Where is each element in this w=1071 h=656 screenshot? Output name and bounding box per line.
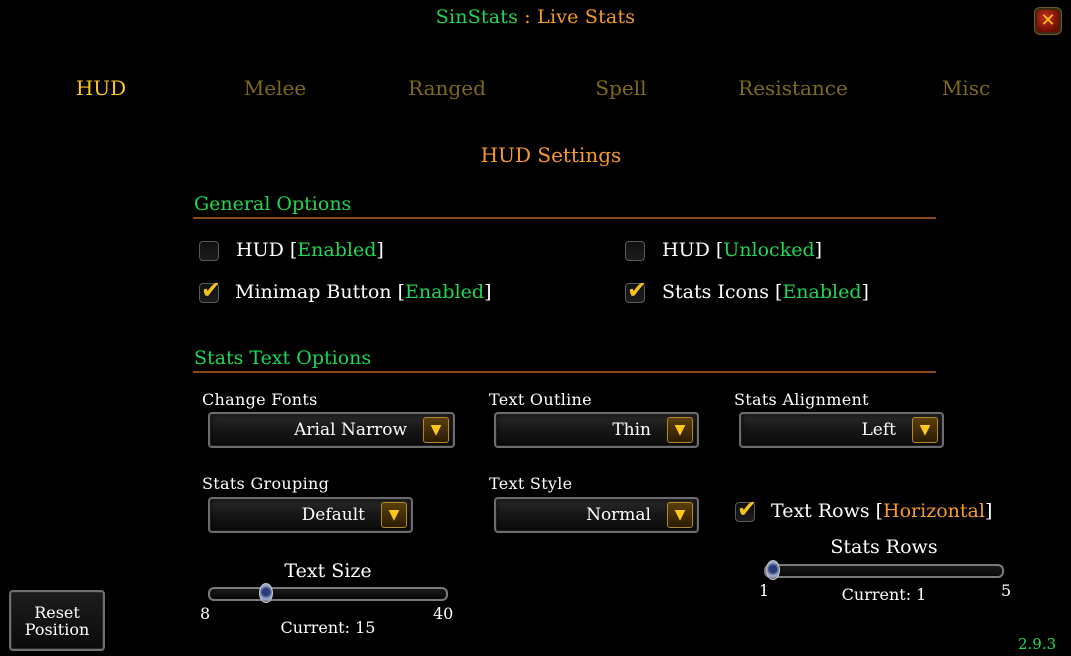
stats-alignment-label: Stats Alignment [734, 390, 869, 409]
stats-grouping-dropdown[interactable]: Default ▼ [208, 497, 413, 533]
section-divider [193, 217, 936, 219]
reset-position-button[interactable]: Reset Position [9, 590, 105, 651]
stats-icons-label: Stats Icons [Enabled] [662, 281, 869, 303]
text-style-label: Text Style [489, 474, 573, 493]
hud-enabled-label: HUD [Enabled] [236, 239, 384, 261]
dropdown-value: Left [861, 420, 896, 440]
version-label: 2.9.3 [1018, 635, 1057, 653]
general-options-heading: General Options [194, 193, 352, 215]
option-state: Horizontal [883, 500, 985, 522]
option-state: Enabled [297, 239, 377, 261]
chevron-down-icon[interactable]: ▼ [667, 502, 693, 528]
tab-misc[interactable]: Misc [896, 76, 1036, 100]
tab-spell[interactable]: Spell [551, 76, 691, 100]
minimap-button-label: Minimap Button [Enabled] [235, 281, 492, 303]
tab-hud[interactable]: HUD [31, 76, 171, 100]
section-divider [193, 371, 936, 373]
tab-melee[interactable]: Melee [205, 76, 345, 100]
chevron-down-icon[interactable]: ▼ [381, 502, 407, 528]
dropdown-value: Arial Narrow [294, 420, 407, 440]
addon-name: SinStats [435, 6, 519, 28]
reset-button-line2: Position [24, 619, 90, 639]
stats-text-options-heading: Stats Text Options [194, 347, 372, 369]
stats-rows-label: Stats Rows [830, 536, 938, 558]
checkmark-icon: ✔ [627, 276, 648, 304]
slider-current: Current: 15 [280, 618, 376, 637]
dropdown-value: Normal [586, 505, 651, 525]
stats-icons-checkbox[interactable]: ✔ [625, 276, 648, 304]
option-label: Minimap Button [235, 281, 392, 303]
option-state: Enabled [405, 281, 485, 303]
title-subtitle: Live Stats [537, 6, 636, 28]
page-title: HUD Settings [480, 143, 622, 167]
minimap-button-checkbox[interactable]: ✔ [199, 276, 222, 304]
tab-ranged[interactable]: Ranged [377, 76, 517, 100]
slider-thumb[interactable] [766, 560, 780, 580]
option-state: Enabled [782, 281, 862, 303]
text-size-slider[interactable] [208, 583, 448, 603]
close-button[interactable]: ✕ [1037, 10, 1059, 32]
option-state: Unlocked [723, 239, 815, 261]
checkmark-icon: ✔ [737, 495, 758, 523]
option-label: HUD [236, 239, 284, 261]
text-rows-label: Text Rows [Horizontal] [771, 500, 993, 522]
text-outline-dropdown[interactable]: Thin ▼ [494, 412, 699, 448]
hud-enabled-checkbox[interactable] [199, 241, 219, 261]
change-fonts-label: Change Fonts [202, 390, 318, 409]
text-size-label: Text Size [284, 560, 372, 582]
slider-thumb[interactable] [258, 583, 273, 603]
option-label: Text Rows [771, 500, 870, 522]
hud-unlocked-checkbox[interactable] [625, 241, 645, 261]
window-title: SinStats : Live Stats [0, 6, 1071, 28]
option-label: HUD [662, 239, 710, 261]
slider-current: Current: 1 [841, 585, 927, 604]
chevron-down-icon[interactable]: ▼ [667, 417, 693, 443]
text-outline-label: Text Outline [489, 390, 592, 409]
stats-grouping-label: Stats Grouping [202, 474, 330, 493]
text-rows-checkbox[interactable]: ✔ [735, 495, 758, 523]
close-icon: ✕ [1040, 10, 1056, 31]
stats-alignment-dropdown[interactable]: Left ▼ [739, 412, 944, 448]
dropdown-value: Default [301, 505, 365, 525]
option-label: Stats Icons [662, 281, 769, 303]
checkmark-icon: ✔ [201, 276, 222, 304]
change-fonts-dropdown[interactable]: Arial Narrow ▼ [208, 412, 455, 448]
chevron-down-icon[interactable]: ▼ [912, 417, 938, 443]
stats-rows-slider[interactable] [764, 560, 1004, 580]
dropdown-value: Thin [612, 420, 651, 440]
text-style-dropdown[interactable]: Normal ▼ [494, 497, 699, 533]
chevron-down-icon[interactable]: ▼ [423, 417, 449, 443]
title-separator: : [518, 6, 538, 28]
hud-unlocked-label: HUD [Unlocked] [662, 239, 823, 261]
tab-resistance[interactable]: Resistance [723, 76, 863, 100]
reset-button-line1: Reset [34, 602, 80, 622]
